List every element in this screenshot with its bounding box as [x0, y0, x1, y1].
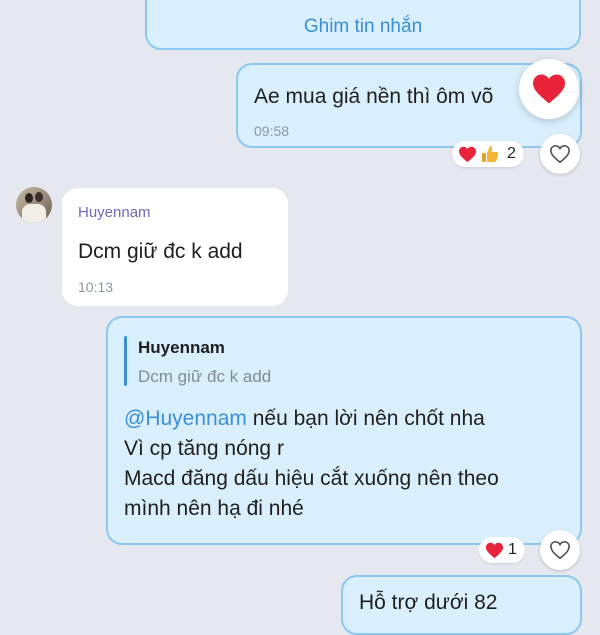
- sender-name[interactable]: Huyennam: [78, 204, 151, 221]
- message-time: 10:13: [78, 279, 114, 295]
- heart-icon: [486, 542, 503, 559]
- quote-bar: [124, 336, 127, 386]
- heart-icon: [459, 146, 476, 163]
- reply-message-bubble[interactable]: Huyennam Dcm giữ đc k add @Huyennam nếu …: [106, 316, 582, 545]
- reaction-count: 2: [507, 145, 516, 162]
- message-time: 09:58: [254, 123, 290, 139]
- message-line: nếu bạn lời nên chốt nha: [246, 407, 485, 430]
- reaction-summary[interactable]: 2: [452, 141, 524, 167]
- message-text: Hỗ trợ dưới 82: [359, 591, 498, 614]
- reaction-heart-button[interactable]: [519, 59, 579, 119]
- message-text: Ae mua giá nền thì ôm võ: [254, 85, 494, 108]
- pinned-message-bubble[interactable]: Ghim tin nhắn: [145, 0, 581, 50]
- reaction-count: 1: [508, 541, 517, 558]
- like-button[interactable]: [540, 530, 580, 570]
- heart-outline-icon: [550, 144, 570, 164]
- message-text: @Huyennam nếu bạn lời nên chốt nha Vì cp…: [124, 404, 574, 524]
- avatar[interactable]: [16, 187, 52, 223]
- message-bubble[interactable]: Hỗ trợ dưới 82: [341, 575, 582, 635]
- heart-icon: [533, 74, 565, 104]
- message-line: mình nên hạ đi nhé: [124, 497, 304, 520]
- message-text: Dcm giữ đc k add: [78, 240, 243, 263]
- message-line: Macd đăng dấu hiệu cắt xuống nên theo: [124, 467, 499, 490]
- like-button[interactable]: [540, 134, 580, 174]
- quoted-text[interactable]: Dcm giữ đc k add: [138, 367, 271, 387]
- thumbs-up-icon: [482, 146, 499, 162]
- quoted-sender[interactable]: Huyennam: [138, 338, 225, 358]
- message-bubble[interactable]: Huyennam Dcm giữ đc k add 10:13: [62, 188, 288, 306]
- reaction-summary[interactable]: 1: [479, 537, 525, 563]
- message-line: Vì cp tăng nóng r: [124, 437, 284, 460]
- heart-outline-icon: [550, 540, 570, 560]
- mention-link[interactable]: @Huyennam: [124, 407, 247, 430]
- pin-message-label[interactable]: Ghim tin nhắn: [147, 16, 579, 38]
